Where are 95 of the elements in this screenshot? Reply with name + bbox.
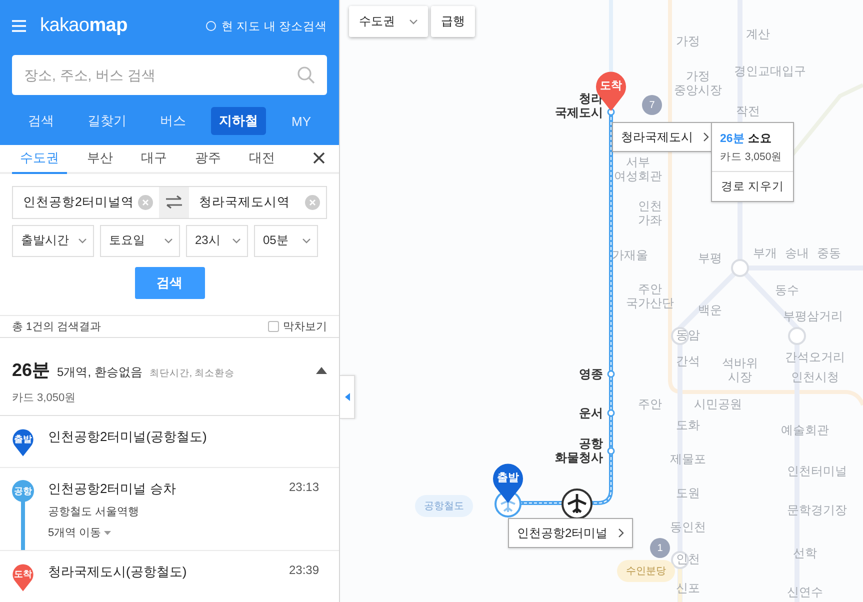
region-tab[interactable]: 대구 (133, 145, 175, 174)
step-title: 청라국제도시(공항철도) (48, 563, 188, 581)
fare: 카드 3,050원 (12, 391, 77, 405)
chevron-icon (409, 18, 418, 24)
route-tags: 최단시간, 최소환승 (149, 367, 235, 380)
station-label: 송내 (785, 247, 809, 261)
fare: 카드 3,050원 (719, 150, 784, 165)
menu-icon[interactable] (12, 20, 26, 32)
station-label: 백운 (698, 304, 722, 318)
chevron-icon (78, 238, 87, 244)
station-label: 서부 여성회관 (614, 156, 662, 184)
station-label: 간석 (676, 355, 700, 369)
station-label: 예술회관 (781, 424, 829, 438)
airport-icon[interactable] (561, 488, 593, 520)
route-summary: 5개역, 환승없음 (57, 364, 142, 381)
station-label: 제물포 (670, 453, 706, 467)
station-dot[interactable] (607, 447, 615, 455)
line-badge: 수인분당 (617, 560, 675, 582)
result-count: 총 1건의 검색결과 (12, 320, 102, 334)
search-icon[interactable] (297, 66, 315, 84)
last-train-checkbox[interactable]: 막차보기 (268, 318, 327, 334)
station-label: 인천터미널 (787, 465, 847, 479)
panel-toggle[interactable] (340, 375, 355, 419)
station-label: 간석오거리 (785, 351, 845, 365)
region-tab[interactable]: 광주 (187, 145, 229, 174)
station-label: 동암 (676, 329, 700, 343)
station-label: 인천 (676, 553, 700, 567)
station-label: 작전 (736, 105, 760, 119)
station-label[interactable]: 영종 (579, 366, 603, 382)
station-label: 중동 (817, 247, 841, 261)
station-label[interactable]: 공항 화물청사 (555, 436, 603, 466)
station-callout[interactable]: 인천공항2터미널 (508, 518, 633, 548)
chevron-icon (703, 132, 709, 142)
time-select[interactable]: 토요일 (100, 224, 180, 257)
chevron-icon (164, 238, 173, 244)
region-select[interactable]: 수도권 (349, 6, 428, 37)
station-dot[interactable] (607, 370, 615, 378)
nav-tab[interactable]: 지하철 (211, 107, 266, 135)
departure-pin[interactable]: 출발 (492, 462, 524, 502)
line-badge: 공항 (12, 480, 34, 502)
station-label: 인천시청 (791, 371, 839, 385)
start-pin-icon: 출발 (12, 428, 34, 457)
station-label: 가정 중앙시장 (674, 70, 722, 98)
line-badge: 공항철도 (415, 495, 473, 517)
station-label: 도화 (676, 419, 700, 433)
station-label: 신연수 (787, 586, 823, 600)
step-title: 인천공항2터미널 승차 (48, 480, 177, 498)
station-label: 가정 (676, 35, 700, 49)
station-label: 석바위 시장 (722, 357, 758, 385)
close-icon (313, 152, 325, 164)
express-button[interactable]: 급행 (431, 6, 475, 37)
time-select[interactable]: 출발시간 (12, 224, 94, 257)
station-dot[interactable] (607, 409, 615, 417)
station-label: 시민공원 (694, 398, 742, 412)
station-label: 부평삼거리 (783, 310, 843, 324)
station-label: 동수 (775, 284, 799, 298)
caret-icon (104, 530, 112, 534)
triangle-icon (344, 393, 350, 401)
station-label: 인천 가좌 (638, 200, 662, 228)
line-badge: 7 (642, 95, 662, 115)
collapse-button[interactable] (316, 366, 327, 374)
step-time: 23:13 (288, 480, 320, 496)
triangle-icon (316, 366, 327, 374)
station-label: 도원 (676, 487, 700, 501)
time-select[interactable]: 23시 (186, 224, 248, 257)
station-label: 문학경기장 (787, 504, 847, 518)
end-pin-icon: 도착 (12, 563, 34, 592)
station-label[interactable]: 운서 (579, 406, 603, 420)
station-label: 선학 (793, 547, 817, 561)
region-tab[interactable]: 대전 (241, 145, 283, 174)
time-select[interactable]: 05분 (254, 224, 318, 257)
station-dot[interactable] (607, 108, 615, 116)
station-label: 부평 (698, 252, 722, 266)
chevron-icon (302, 238, 311, 244)
region-tab[interactable]: 부산 (79, 145, 121, 174)
station-label: 동인천 (670, 521, 706, 535)
step-direction: 공항철도 서울역행 (48, 505, 140, 519)
chevron-icon (618, 528, 624, 538)
station-label: 계산 (746, 28, 770, 42)
station-label: 가재울 (612, 249, 648, 263)
clear-route-button[interactable]: 경로 지우기 (712, 171, 793, 201)
station-label: 주안 국가산단 (626, 283, 674, 311)
step-time: 23:39 (288, 563, 320, 579)
station-label: 신포 (676, 582, 700, 596)
chevron-icon (232, 238, 241, 244)
close-button[interactable] (311, 150, 327, 166)
step-title: 인천공항2터미널(공항철도) (48, 428, 208, 446)
station-label: 주안 (638, 398, 662, 412)
line-badge: 1 (650, 538, 670, 558)
station-label: 부개 (753, 247, 777, 261)
search-field[interactable]: 장소, 주소, 버스 검색 (12, 55, 327, 95)
station-label: 경인교대입구 (734, 65, 806, 79)
duration: 26분 (12, 359, 50, 382)
travel-time: 26분 소요 (719, 132, 773, 147)
stops-toggle[interactable]: 5개역 이동 (48, 525, 112, 540)
